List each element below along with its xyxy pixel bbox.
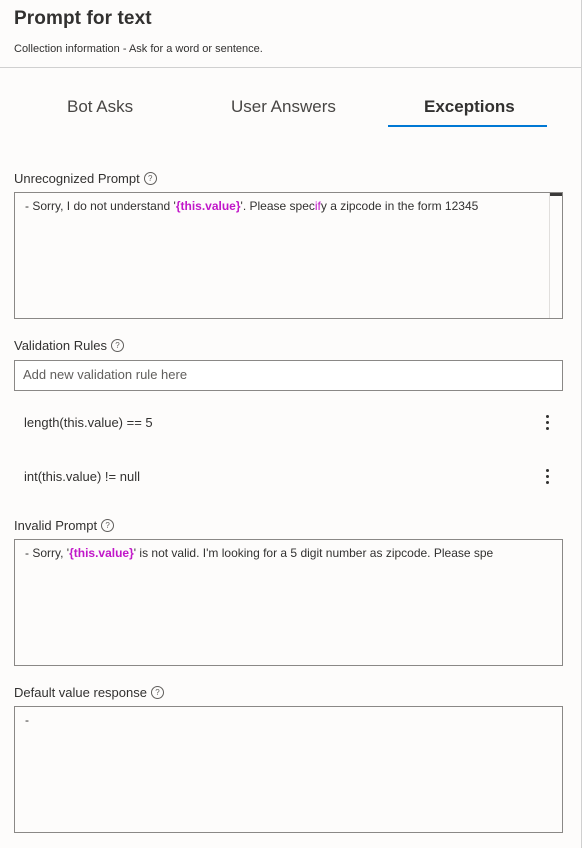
tab-bar: Bot Asks User Answers Exceptions <box>0 90 581 130</box>
info-icon[interactable]: ? <box>110 339 124 352</box>
more-options-icon[interactable] <box>540 465 554 487</box>
editor-line: - Sorry, I do not understand '{this.valu… <box>25 199 478 213</box>
panel-header: Prompt for text Collection information -… <box>0 0 581 68</box>
invalid-prompt-label: Invalid Prompt ? <box>14 518 115 533</box>
tab-bot-asks[interactable]: Bot Asks <box>67 97 133 117</box>
info-icon[interactable]: ? <box>143 172 157 185</box>
unrecognized-prompt-editor[interactable]: - Sorry, I do not understand '{this.valu… <box>14 192 563 319</box>
info-icon[interactable]: ? <box>150 686 164 699</box>
editor-text: ' is not valid. I'm looking for a 5 digi… <box>133 546 494 560</box>
tab-user-answers[interactable]: User Answers <box>231 97 336 117</box>
validation-rule-text: int(this.value) != null <box>24 469 140 484</box>
editor-scrollbar[interactable] <box>549 193 562 318</box>
default-value-editor[interactable]: - <box>14 706 563 833</box>
unrecognized-prompt-label: Unrecognized Prompt ? <box>14 171 157 186</box>
variable-token: {this.value} <box>69 546 134 560</box>
validation-rule-input[interactable] <box>15 361 543 388</box>
validation-rule-text: length(this.value) == 5 <box>24 415 153 430</box>
editor-text: - Sorry, ' <box>25 546 70 560</box>
default-value-label-text: Default value response <box>14 685 147 700</box>
active-tab-indicator <box>388 125 547 127</box>
editor-text: y a zipcode in the form 12345 <box>320 199 479 213</box>
variable-token: {this.value} <box>175 199 241 213</box>
unrecognized-prompt-label-text: Unrecognized Prompt <box>14 171 140 186</box>
editor-text: - Sorry, I do not understand ' <box>25 199 176 213</box>
tab-exceptions[interactable]: Exceptions <box>424 97 515 117</box>
validation-rules-label: Validation Rules ? <box>14 338 124 353</box>
page-subtitle: Collection information - Ask for a word … <box>14 43 263 55</box>
validation-rule-row[interactable]: int(this.value) != null <box>0 462 581 492</box>
validation-rule-input-box <box>14 360 563 391</box>
invalid-prompt-label-text: Invalid Prompt <box>14 518 98 533</box>
invalid-prompt-editor[interactable]: - Sorry, '{this.value}' is not valid. I'… <box>14 539 563 666</box>
editor-line: - <box>25 713 29 727</box>
scrollbar-thumb[interactable] <box>550 193 562 196</box>
default-value-label: Default value response ? <box>14 685 164 700</box>
validation-rules-label-text: Validation Rules <box>14 338 107 353</box>
editor-text: '. Please spec <box>240 199 315 213</box>
page-title: Prompt for text <box>14 8 152 29</box>
info-icon[interactable]: ? <box>101 519 115 532</box>
validation-rule-row[interactable]: length(this.value) == 5 <box>0 408 581 438</box>
more-options-icon[interactable] <box>540 411 554 433</box>
editor-line: - Sorry, '{this.value}' is not valid. I'… <box>25 546 493 560</box>
